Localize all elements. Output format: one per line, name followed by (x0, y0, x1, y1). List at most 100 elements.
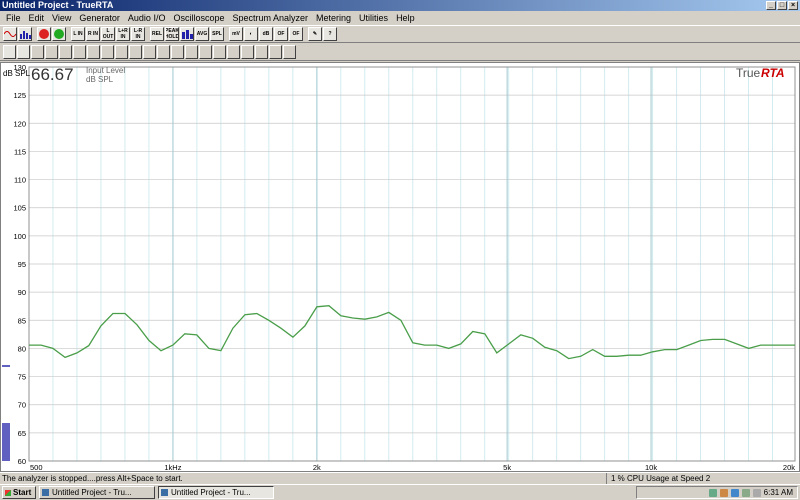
taskbar-item-project-2[interactable]: Untitled Project - Tru... (158, 486, 274, 499)
memory-slot-button[interactable] (227, 45, 240, 59)
y-tick-label: 90 (18, 288, 26, 297)
menu-view[interactable]: View (48, 13, 75, 23)
menu-help[interactable]: Help (392, 13, 419, 23)
x-tick-label: 20k (783, 463, 795, 471)
tools-icon[interactable]: ✎ (308, 27, 322, 41)
help-icon[interactable]: ? (323, 27, 337, 41)
minimize-button[interactable]: _ (766, 1, 776, 10)
x-tick-label: 2k (313, 463, 321, 471)
memory-slot-button[interactable] (59, 45, 72, 59)
level-meter-bar (2, 423, 10, 461)
tray-icon[interactable] (741, 488, 750, 497)
taskbar-item-project-1[interactable]: Untitled Project - Tru... (39, 486, 155, 499)
menu-metering[interactable]: Metering (312, 13, 355, 23)
right-in-button[interactable]: R IN (86, 27, 100, 41)
memory-slot-button[interactable] (101, 45, 114, 59)
avg-button[interactable]: AVG (195, 27, 209, 41)
menu-audio-i-o[interactable]: Audio I/O (124, 13, 170, 23)
memory-slot-button[interactable] (31, 45, 44, 59)
spectrum-plot[interactable]: 60 65 70 75 80 85 90 95 100 105 110 115 120 125 130 50… (0, 62, 800, 472)
lr-diff-in-button[interactable]: L-R IN (131, 27, 145, 41)
x-tick-label: 5k (503, 463, 511, 471)
y-tick-label: 65 (18, 429, 26, 438)
maximize-button[interactable]: □ (777, 1, 787, 10)
tray-icon[interactable] (730, 488, 739, 497)
memory-slot-button[interactable] (213, 45, 226, 59)
y-tick-label: 125 (13, 91, 26, 100)
x-tick-label: 10k (645, 463, 657, 471)
close-button[interactable]: × (788, 1, 798, 10)
memory-slot-button[interactable] (269, 45, 282, 59)
memory-slot-button[interactable] (255, 45, 268, 59)
y-tick-label: 110 (14, 176, 26, 185)
bars-icon[interactable] (180, 27, 194, 41)
memory-slot-button[interactable] (129, 45, 142, 59)
stop-button[interactable] (37, 27, 51, 41)
y-tick-label: 75 (18, 373, 26, 382)
memory-toolbar (0, 44, 800, 61)
left-out-button[interactable]: L OUT (101, 27, 115, 41)
memory-slot-button[interactable] (241, 45, 254, 59)
waveform-icon[interactable] (3, 27, 17, 41)
of-button-1[interactable]: OF (274, 27, 288, 41)
readout-label: Input Level (86, 66, 125, 75)
y-tick-label: 120 (13, 119, 26, 128)
logo-suffix: RTA (761, 66, 785, 80)
memory-slot-button[interactable] (143, 45, 156, 59)
status-bar: The analyzer is stopped....press Alt+Spa… (0, 472, 800, 485)
menu-oscilloscope[interactable]: Oscilloscope (169, 13, 228, 23)
menu-file[interactable]: File (2, 13, 25, 23)
level-meter-marker (2, 365, 10, 367)
taskbar: Start Untitled Project - Tru... Untitled… (0, 484, 800, 500)
memory-slot-button[interactable] (3, 45, 16, 59)
y-tick-label: 115 (14, 147, 26, 156)
memory-slot-button[interactable] (115, 45, 128, 59)
memory-slot-button[interactable] (87, 45, 100, 59)
memory-slot-button[interactable] (185, 45, 198, 59)
spectrum-icon[interactable] (18, 27, 32, 41)
lr-sum-in-button[interactable]: L+R IN (116, 27, 130, 41)
window-controls: _ □ × (766, 1, 798, 10)
main-toolbar: L IN R IN L OUT L+R IN L-R IN REL PEAK H… (0, 25, 800, 43)
of-button-2[interactable]: OF (289, 27, 303, 41)
spectrum-chart[interactable]: 6065707580859095100105110115120125130 50… (1, 63, 799, 472)
rel-button[interactable]: REL (150, 27, 164, 41)
title-bar: Untitled Project - TrueRTA _ □ × (0, 0, 800, 11)
y-tick-label: 105 (13, 204, 26, 213)
spl-button[interactable]: SPL (210, 27, 224, 41)
input-level-readout: 66.67 (31, 65, 74, 84)
memory-slot-button[interactable] (17, 45, 30, 59)
menu-bar: File Edit View Generator Audio I/O Oscillosco… (0, 11, 800, 25)
memory-slot-button[interactable] (73, 45, 86, 59)
system-tray: 6:31 AM (636, 486, 798, 499)
memory-slot-button[interactable] (157, 45, 170, 59)
tray-icon[interactable] (719, 488, 728, 497)
y-tick-label: 70 (18, 401, 26, 410)
peak-hold-button[interactable]: PEAK HOLD (165, 27, 179, 41)
mv-button[interactable]: mV (229, 27, 243, 41)
speaker-icon[interactable]: ◐ (244, 27, 258, 41)
menu-edit[interactable]: Edit (25, 13, 49, 23)
x-axis: 500 1kHz 2k 5k 10k 20k (30, 463, 795, 472)
app-window: Untitled Project - TrueRTA _ □ × File Edi… (0, 0, 800, 485)
y-unit-label: dB SPL (3, 69, 31, 78)
go-button[interactable] (52, 27, 66, 41)
window-title: Untitled Project - TrueRTA (2, 0, 114, 10)
x-tick-label: 500 (30, 463, 43, 471)
y-tick-label: 100 (13, 232, 26, 241)
memory-slot-button[interactable] (171, 45, 184, 59)
tray-icon[interactable] (708, 488, 717, 497)
y-tick-label: 60 (18, 457, 26, 466)
menu-generator[interactable]: Generator (75, 13, 124, 23)
db-button[interactable]: dB (259, 27, 273, 41)
menu-spectrum-analyzer[interactable]: Spectrum Analyzer (228, 13, 312, 23)
left-in-button[interactable]: L IN (71, 27, 85, 41)
start-button[interactable]: Start (2, 486, 36, 499)
memory-slot-button[interactable] (45, 45, 58, 59)
menu-utilities[interactable]: Utilities (355, 13, 392, 23)
memory-slot-button[interactable] (283, 45, 296, 59)
x-tick-label: 1kHz (164, 463, 181, 471)
clock: 6:31 AM (763, 488, 793, 497)
memory-slot-button[interactable] (199, 45, 212, 59)
tray-icon[interactable] (752, 488, 761, 497)
